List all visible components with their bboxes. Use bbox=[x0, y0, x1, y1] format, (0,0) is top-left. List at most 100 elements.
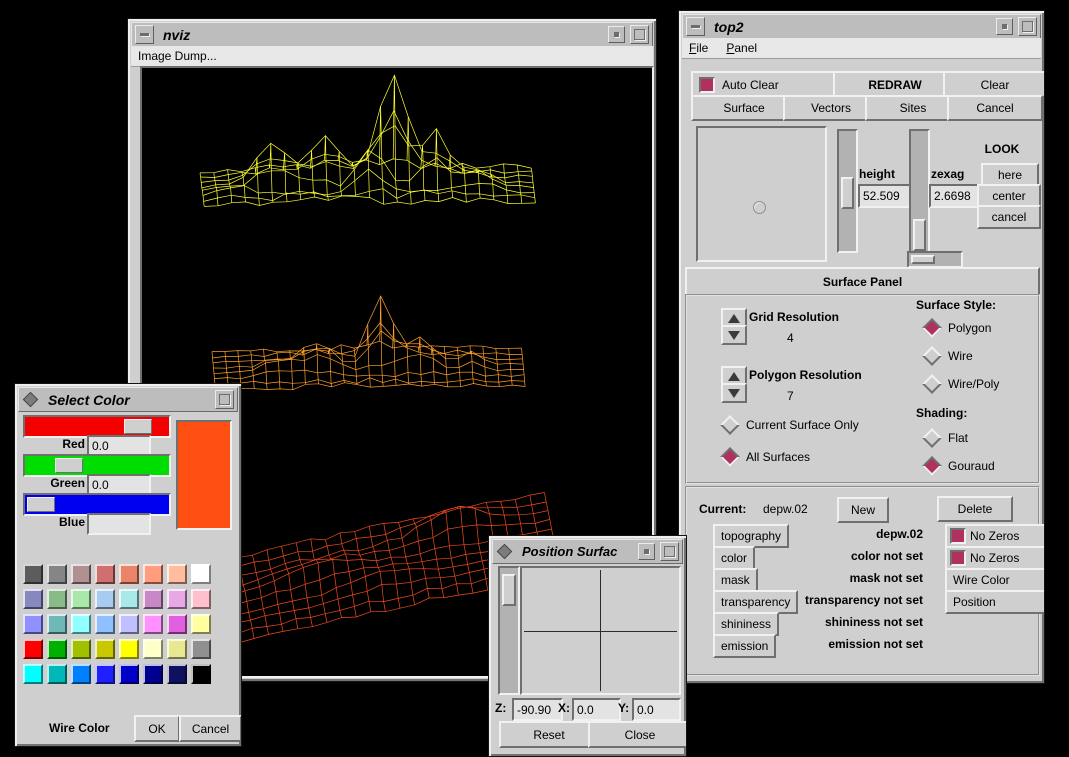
palette-swatch[interactable] bbox=[71, 614, 91, 634]
top2-titlebar[interactable]: top2 bbox=[682, 14, 1041, 39]
twist-slider-handle[interactable] bbox=[911, 255, 935, 264]
palette-swatch[interactable] bbox=[143, 589, 163, 609]
radio-wire-poly[interactable]: Wire/Poly bbox=[925, 376, 999, 392]
iconify-button[interactable] bbox=[638, 543, 655, 560]
palette-swatch[interactable] bbox=[71, 639, 91, 659]
palette-swatch[interactable] bbox=[47, 664, 67, 684]
view-position-pad[interactable] bbox=[696, 126, 827, 262]
nviz-titlebar[interactable]: nviz bbox=[131, 22, 653, 47]
attribute-color-button[interactable]: color bbox=[713, 546, 755, 570]
palette-swatch[interactable] bbox=[119, 664, 139, 684]
ok-button[interactable]: OK bbox=[134, 715, 180, 742]
palette-swatch[interactable] bbox=[167, 589, 187, 609]
position-button[interactable]: Position bbox=[945, 590, 1045, 614]
red-slider-handle[interactable] bbox=[124, 419, 152, 434]
menu-image-dump[interactable]: Image Dump... bbox=[138, 49, 217, 63]
palette-swatch[interactable] bbox=[143, 664, 163, 684]
reset-button[interactable]: Reset bbox=[499, 721, 599, 748]
cancel-panel-button[interactable]: Cancel bbox=[947, 95, 1043, 121]
palette-swatch[interactable] bbox=[71, 589, 91, 609]
blue-slider-handle[interactable] bbox=[27, 497, 55, 512]
palette-swatch[interactable] bbox=[23, 589, 43, 609]
palette-swatch[interactable] bbox=[47, 589, 67, 609]
grid-resolution-down-button[interactable] bbox=[721, 325, 747, 345]
palette-swatch[interactable] bbox=[119, 639, 139, 659]
z-slider-handle[interactable] bbox=[502, 574, 516, 606]
height-value-entry[interactable]: 52.509 bbox=[858, 184, 913, 208]
position-surface-titlebar[interactable]: Position Surfac bbox=[492, 539, 683, 564]
z-value-entry[interactable]: -90.90 bbox=[512, 698, 563, 721]
window-menu-button[interactable] bbox=[135, 25, 154, 44]
palette-swatch[interactable] bbox=[143, 614, 163, 634]
menu-panel[interactable]: Panel bbox=[726, 41, 757, 55]
palette-swatch[interactable] bbox=[71, 564, 91, 584]
palette-swatch[interactable] bbox=[47, 639, 67, 659]
palette-swatch[interactable] bbox=[191, 639, 211, 659]
view-position-puck[interactable] bbox=[753, 201, 766, 214]
redraw-button[interactable]: REDRAW bbox=[833, 71, 957, 98]
surface-panel-button[interactable]: Surface bbox=[691, 95, 797, 121]
radio-polygon[interactable]: Polygon bbox=[925, 320, 991, 336]
palette-swatch[interactable] bbox=[71, 664, 91, 684]
attribute-emission-button[interactable]: emission bbox=[713, 634, 776, 658]
radio-flat[interactable]: Flat bbox=[925, 430, 968, 446]
delete-button[interactable]: Delete bbox=[937, 496, 1013, 522]
palette-swatch[interactable] bbox=[167, 564, 187, 584]
iconify-button[interactable] bbox=[996, 18, 1013, 35]
palette-swatch[interactable] bbox=[95, 564, 115, 584]
palette-swatch[interactable] bbox=[191, 664, 211, 684]
height-slider-handle[interactable] bbox=[841, 177, 854, 209]
z-slider[interactable] bbox=[498, 566, 520, 695]
palette-swatch[interactable] bbox=[47, 614, 67, 634]
xy-position-pad[interactable] bbox=[520, 566, 681, 695]
close-button[interactable]: Close bbox=[588, 721, 687, 748]
palette-swatch[interactable] bbox=[143, 639, 163, 659]
palette-swatch[interactable] bbox=[143, 564, 163, 584]
auto-clear-checkbutton[interactable]: Auto Clear bbox=[691, 71, 847, 98]
palette-swatch[interactable] bbox=[95, 614, 115, 634]
palette-swatch[interactable] bbox=[95, 664, 115, 684]
no-zeros-color-checkbutton[interactable]: No Zeros bbox=[945, 546, 1045, 570]
radio-all-surfaces[interactable]: All Surfaces bbox=[723, 449, 810, 465]
palette-swatch[interactable] bbox=[191, 589, 211, 609]
new-button[interactable]: New bbox=[837, 497, 889, 523]
wire-color-button[interactable]: Wire Color bbox=[945, 568, 1045, 592]
no-zeros-topography-checkbutton[interactable]: No Zeros bbox=[945, 524, 1045, 548]
palette-swatch[interactable] bbox=[167, 639, 187, 659]
maximize-button[interactable] bbox=[1018, 17, 1037, 36]
palette-swatch[interactable] bbox=[95, 639, 115, 659]
maximize-button[interactable] bbox=[660, 542, 679, 561]
window-menu-button[interactable] bbox=[686, 17, 705, 36]
y-value-entry[interactable]: 0.0 bbox=[632, 698, 681, 721]
attribute-topography-button[interactable]: topography bbox=[713, 524, 789, 548]
palette-swatch[interactable] bbox=[95, 589, 115, 609]
blue-value-entry[interactable] bbox=[87, 513, 151, 535]
cancel-button[interactable]: Cancel bbox=[179, 715, 242, 742]
maximize-button[interactable] bbox=[215, 390, 234, 409]
radio-gouraud[interactable]: Gouraud bbox=[925, 458, 995, 474]
radio-current-surface-only[interactable]: Current Surface Only bbox=[723, 417, 859, 433]
zexag-slider[interactable] bbox=[909, 129, 930, 253]
iconify-button[interactable] bbox=[608, 26, 625, 43]
radio-wire[interactable]: Wire bbox=[925, 348, 973, 364]
palette-swatch[interactable] bbox=[23, 564, 43, 584]
palette-swatch[interactable] bbox=[167, 614, 187, 634]
menu-file[interactable]: File bbox=[689, 41, 708, 55]
palette-swatch[interactable] bbox=[191, 564, 211, 584]
x-value-entry[interactable]: 0.0 bbox=[572, 698, 621, 721]
attribute-transparency-button[interactable]: transparency bbox=[713, 590, 798, 614]
attribute-mask-button[interactable]: mask bbox=[713, 568, 758, 592]
zexag-slider-handle[interactable] bbox=[913, 219, 926, 251]
twist-slider[interactable] bbox=[907, 251, 963, 268]
polygon-resolution-down-button[interactable] bbox=[721, 383, 747, 403]
palette-swatch[interactable] bbox=[47, 564, 67, 584]
clear-button[interactable]: Clear bbox=[943, 71, 1045, 98]
green-slider-handle[interactable] bbox=[55, 458, 83, 473]
palette-swatch[interactable] bbox=[23, 664, 43, 684]
attribute-shininess-button[interactable]: shininess bbox=[713, 612, 779, 636]
palette-swatch[interactable] bbox=[191, 614, 211, 634]
palette-swatch[interactable] bbox=[23, 639, 43, 659]
height-slider[interactable] bbox=[837, 129, 858, 253]
palette-swatch[interactable] bbox=[23, 614, 43, 634]
palette-swatch[interactable] bbox=[119, 564, 139, 584]
